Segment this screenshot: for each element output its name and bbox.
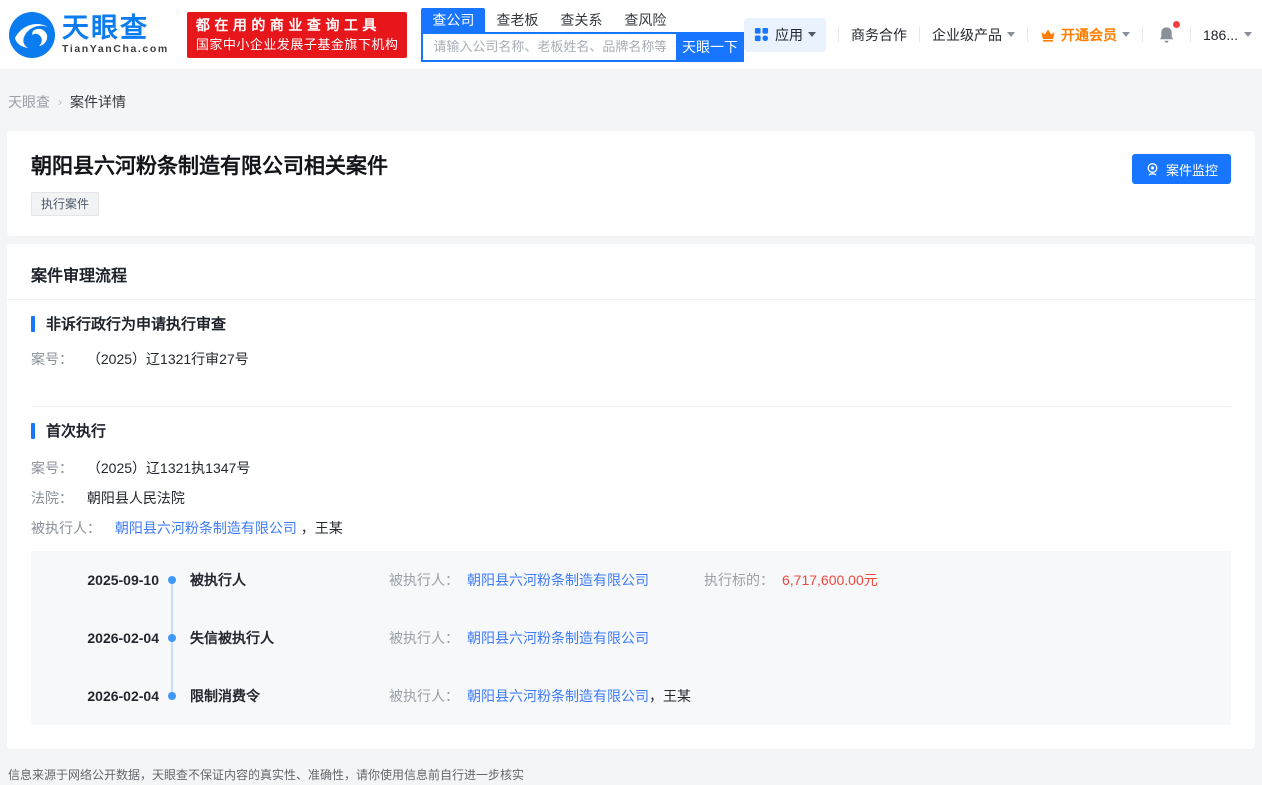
section-title: 案件审理流程 (7, 244, 1255, 300)
breadcrumb-separator: › (58, 95, 62, 109)
case-type-badge: 执行案件 (31, 192, 99, 216)
execution-amount: 6,717,600.00元 (782, 572, 878, 588)
chevron-down-icon (1244, 32, 1252, 37)
case-monitor-label: 案件监控 (1166, 160, 1218, 179)
promo-line2: 国家中小企业发展子基金旗下机构 (196, 35, 399, 54)
chevron-down-icon (1007, 32, 1015, 37)
timeline-row: 2026-02-04 限制消费令 被执行人：朝阳县六河粉条制造有限公司，王某 (31, 667, 1231, 725)
timeline-date: 2025-09-10 (31, 572, 159, 588)
timeline-row: 2025-09-10 被执行人 被执行人： 朝阳县六河粉条制造有限公司 执行标的：… (31, 551, 1231, 609)
nav-divider (1142, 27, 1143, 42)
timeline-date: 2026-02-04 (31, 688, 159, 704)
search-tab-boss[interactable]: 查老板 (485, 8, 549, 32)
account-phone-text: 186... (1203, 27, 1238, 43)
search-tab-relation[interactable]: 查关系 (549, 8, 613, 32)
nav-apps[interactable]: 应用 (744, 18, 826, 52)
nav-enterprise-label: 企业级产品 (932, 25, 1002, 45)
nav-business-cooperation[interactable]: 商务合作 (851, 25, 907, 45)
top-header: 天眼查 TianYanCha.com 都在用的商业查询工具 国家中小企业发展子基… (0, 0, 1262, 70)
search-tabs: 查公司 查老板 查关系 查风险 (421, 8, 744, 32)
timeline-event-title: 失信被执行人 (185, 628, 389, 648)
nav-divider (1027, 27, 1028, 42)
stage-name: 首次执行 (46, 420, 106, 441)
timeline-detail-label: 被执行人： (389, 630, 459, 646)
stage-first-execution: 首次执行 案号： （2025）辽1321执1347号 法院： 朝阳县人民法院 被… (31, 420, 1231, 725)
field-court: 法院： 朝阳县人民法院 (31, 488, 1231, 508)
field-case-number: 案号： （2025）辽1321行审27号 (31, 349, 1231, 369)
nav-vip-label: 开通会员 (1061, 25, 1117, 45)
stage-divider (31, 406, 1231, 407)
stage-name: 非诉行政行为申请执行审查 (46, 313, 226, 334)
page-title: 朝阳县六河粉条制造有限公司相关案件 (31, 154, 388, 180)
header-search: 查公司 查老板 查关系 查风险 天眼一下 (421, 8, 744, 62)
chevron-down-icon (1122, 32, 1130, 37)
nav-divider (1190, 27, 1191, 42)
timeline-event-title: 限制消费令 (185, 686, 389, 706)
company-link[interactable]: 朝阳县六河粉条制造有限公司 (115, 520, 297, 536)
company-link[interactable]: 朝阳县六河粉条制造有限公司 (467, 630, 649, 646)
logo-domain-text: TianYanCha.com (62, 43, 169, 55)
timeline-event-title: 被执行人 (185, 570, 389, 590)
search-tab-risk[interactable]: 查风险 (613, 8, 677, 32)
case-monitor-button[interactable]: 案件监控 (1132, 154, 1231, 184)
notifications-bell[interactable] (1155, 25, 1178, 45)
amount-label: 执行标的： (704, 572, 774, 588)
company-link[interactable]: 朝阳县六河粉条制造有限公司 (467, 572, 649, 588)
timeline-dot-icon (168, 634, 176, 642)
stage-accent-bar (31, 423, 35, 439)
case-timeline: 2025-09-10 被执行人 被执行人： 朝阳县六河粉条制造有限公司 执行标的：… (31, 551, 1231, 725)
promo-banner: 都在用的商业查询工具 国家中小企业发展子基金旗下机构 (187, 12, 408, 58)
timeline-dot-icon (168, 576, 176, 584)
breadcrumb-current: 案件详情 (70, 92, 126, 112)
footer-disclaimer: 信息来源于网络公开数据，天眼查不保证内容的真实性、准确性，请你使用信息前自行进一… (0, 749, 1262, 783)
tianyancha-logo[interactable]: 天眼查 TianYanCha.com (8, 11, 169, 59)
timeline-detail-label: 被执行人： (389, 688, 459, 704)
stage-review: 非诉行政行为申请执行审查 案号： （2025）辽1321行审27号 (31, 313, 1231, 369)
notification-red-dot (1173, 21, 1180, 28)
chevron-down-icon (808, 32, 816, 37)
case-flow-card: 案件审理流程 非诉行政行为申请执行审查 案号： （2025）辽1321行审27号… (7, 244, 1255, 749)
field-executed-person: 被执行人： 朝阳县六河粉条制造有限公司 ，王某 (31, 518, 1231, 538)
timeline-dot-icon (168, 692, 176, 700)
case-title-card: 朝阳县六河粉条制造有限公司相关案件 执行案件 案件监控 (7, 131, 1255, 236)
field-case-number: 案号： （2025）辽1321执1347号 (31, 458, 1231, 478)
nav-open-vip[interactable]: 开通会员 (1040, 25, 1130, 45)
nav-divider (838, 27, 839, 42)
timeline-detail-label: 被执行人： (389, 572, 459, 588)
timeline-date: 2026-02-04 (31, 630, 159, 646)
search-button[interactable]: 天眼一下 (676, 32, 744, 62)
nav-divider (919, 27, 920, 42)
bell-icon (1157, 25, 1176, 45)
nav-apps-label: 应用 (775, 25, 803, 45)
timeline-row: 2026-02-04 失信被执行人 被执行人： 朝阳县六河粉条制造有限公司 (31, 609, 1231, 667)
stage-accent-bar (31, 316, 35, 332)
breadcrumb-home[interactable]: 天眼查 (8, 92, 50, 112)
nav-enterprise-products[interactable]: 企业级产品 (932, 25, 1015, 45)
breadcrumb: 天眼查 › 案件详情 (0, 70, 1262, 131)
monitor-icon (1145, 162, 1160, 177)
company-link[interactable]: 朝阳县六河粉条制造有限公司 (467, 688, 649, 704)
nav-account[interactable]: 186... (1203, 27, 1252, 43)
search-tab-company[interactable]: 查公司 (421, 8, 485, 32)
logo-brand-text: 天眼查 (62, 14, 169, 42)
promo-line1: 都在用的商业查询工具 (196, 16, 399, 35)
search-input[interactable] (421, 32, 676, 62)
crown-icon (1040, 28, 1056, 42)
tianyancha-logo-icon (8, 11, 56, 59)
apps-grid-icon (754, 27, 769, 42)
header-nav: 应用 商务合作 企业级产品 开通会员 18 (744, 18, 1252, 52)
